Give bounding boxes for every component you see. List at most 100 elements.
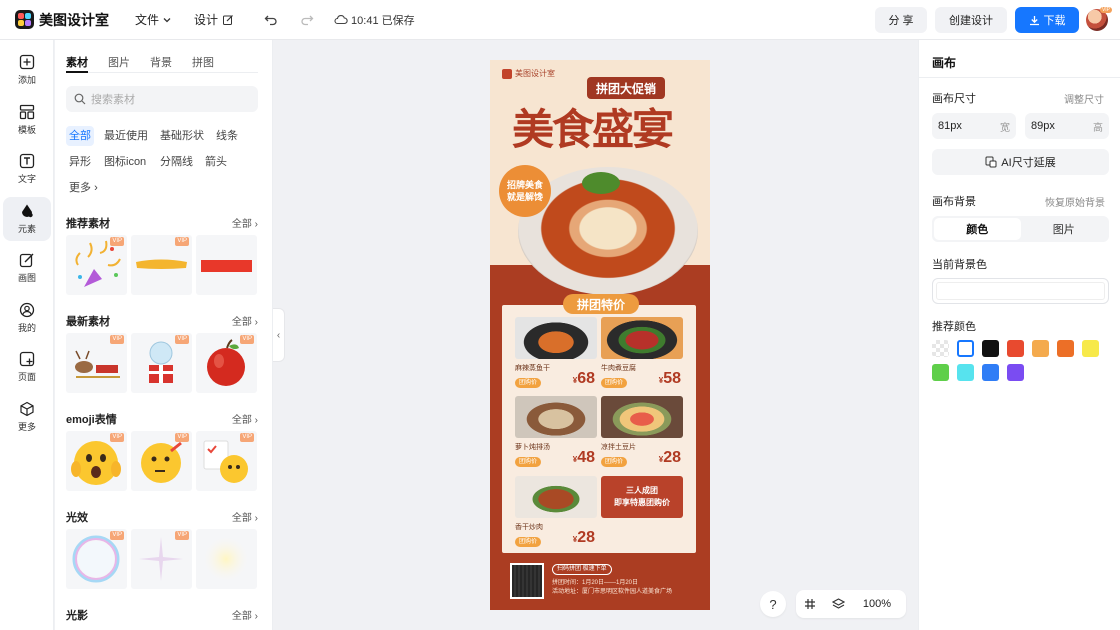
- poster-brand-text: 美图设计室: [515, 69, 555, 78]
- chip-recent[interactable]: 最近使用: [101, 126, 151, 146]
- asset-emoji-shocked[interactable]: VIP: [66, 431, 127, 491]
- rail-item-page[interactable]: 页面: [3, 345, 51, 389]
- asset-rainbow-bubble[interactable]: VIP: [66, 529, 127, 589]
- current-bg-label: 当前背景色: [932, 259, 987, 271]
- asset-brush-stroke[interactable]: VIP: [131, 235, 192, 295]
- create-design-button[interactable]: 创建设计: [935, 7, 1007, 33]
- rail-label-page: 页面: [17, 372, 36, 382]
- color-swatch[interactable]: [957, 364, 974, 381]
- share-button[interactable]: 分 享: [875, 7, 927, 33]
- tab-background[interactable]: 背景: [150, 54, 172, 70]
- design-menu[interactable]: 设计: [194, 11, 234, 28]
- poster-foot-text: 拼团时间：1月20日——1月20日 活动地址：厦门市思明区软件园人道美食广场: [552, 579, 672, 597]
- chip-basic-shapes[interactable]: 基础形状: [157, 126, 207, 146]
- reset-bg-link[interactable]: 恢复原始背景: [1045, 194, 1105, 209]
- see-all-link[interactable]: 全部 ›: [232, 509, 258, 524]
- rail-item-more[interactable]: 更多: [3, 395, 51, 439]
- vip-tag: VIP: [110, 335, 124, 344]
- bg-type-image[interactable]: 图片: [1021, 218, 1108, 240]
- asset-reindeer-sleigh[interactable]: VIP: [66, 333, 127, 393]
- height-field[interactable]: 89px 高: [1025, 113, 1109, 139]
- color-swatch[interactable]: [1057, 340, 1074, 357]
- rail-item-template[interactable]: 模板: [3, 98, 51, 142]
- chip-irregular[interactable]: 异形: [66, 152, 94, 172]
- dish-price: ¥48: [573, 449, 595, 467]
- asset-red-rectangle[interactable]: [196, 235, 257, 295]
- asset-emoji-checklist[interactable]: VIP: [196, 431, 257, 491]
- color-swatch[interactable]: [1032, 340, 1049, 357]
- chip-lines[interactable]: 线条: [213, 126, 241, 146]
- see-all-link[interactable]: 全部 ›: [232, 313, 258, 328]
- grid-icon[interactable]: [796, 598, 824, 610]
- dish-price-value: 28: [663, 449, 681, 466]
- dish-image: [601, 317, 683, 359]
- resize-link[interactable]: 调整尺寸: [1064, 91, 1104, 106]
- dish-tag: 团购价: [601, 378, 628, 388]
- asset-glow[interactable]: [196, 529, 257, 589]
- redo-icon[interactable]: [300, 14, 314, 26]
- color-swatch[interactable]: [1007, 340, 1024, 357]
- asset-red-apple[interactable]: VIP: [196, 333, 257, 393]
- see-all-link[interactable]: 全部 ›: [232, 411, 258, 426]
- draw-icon: [19, 253, 34, 268]
- dish-price: ¥58: [659, 370, 681, 388]
- section-recommended: 推荐素材 全部 › VIP VIP: [66, 215, 258, 295]
- poster-canvas[interactable]: 美图设计室 拼团大促销 美食盛宴 招牌美食 就是解馋 拼团特价 麻辣蒸鱼干 团购价…: [490, 60, 710, 610]
- color-swatch[interactable]: [982, 364, 999, 381]
- file-menu[interactable]: 文件: [135, 11, 172, 28]
- zoom-level[interactable]: 100%: [852, 598, 902, 610]
- bg-type-color[interactable]: 颜色: [934, 218, 1021, 240]
- dish-price-value: 28: [577, 529, 595, 546]
- section-title: emoji表情: [66, 414, 117, 426]
- color-swatch[interactable]: [957, 340, 974, 357]
- chip-more-label: 更多: [69, 182, 91, 194]
- undo-icon[interactable]: [264, 14, 278, 26]
- tab-collage[interactable]: 拼图: [192, 54, 214, 70]
- download-button[interactable]: 下载: [1015, 7, 1079, 33]
- width-value: 81px: [938, 120, 962, 132]
- chip-all[interactable]: 全部: [66, 126, 94, 146]
- color-swatch[interactable]: [1007, 364, 1024, 381]
- rail-item-add[interactable]: 添加: [3, 48, 51, 92]
- dish-item: 香干炒肉 团购价 ¥28: [515, 476, 597, 547]
- help-button[interactable]: ?: [760, 591, 786, 617]
- app-logo[interactable]: 美图设计室: [15, 10, 109, 30]
- poster-card-tag: 拼团特价: [563, 294, 639, 314]
- see-all-link[interactable]: 全部 ›: [232, 607, 258, 622]
- layers-icon[interactable]: [824, 598, 852, 610]
- asset-emoji-thinking[interactable]: VIP: [131, 431, 192, 491]
- vip-tag: VIP: [175, 531, 189, 540]
- avatar[interactable]: VIP: [1086, 7, 1112, 31]
- dish-tag: 团购价: [515, 378, 542, 388]
- asset-star-sparkle[interactable]: VIP: [131, 529, 192, 589]
- chip-arrows[interactable]: 箭头: [202, 152, 230, 172]
- tab-image[interactable]: 图片: [108, 54, 130, 70]
- current-bg-color-field[interactable]: [932, 278, 1109, 304]
- color-swatch[interactable]: [1082, 340, 1099, 357]
- qr-code: [510, 563, 544, 599]
- edit-icon: [223, 14, 233, 25]
- color-swatch[interactable]: [982, 340, 999, 357]
- chip-dividers[interactable]: 分隔线: [157, 152, 196, 172]
- collapse-panel-button[interactable]: ‹: [273, 308, 285, 362]
- see-all-link[interactable]: 全部 ›: [232, 215, 258, 230]
- rail-item-text[interactable]: 文字: [3, 147, 51, 191]
- cloud-icon: [334, 15, 348, 25]
- rail-item-mine[interactable]: 我的: [3, 296, 51, 340]
- width-field[interactable]: 81px 宽: [932, 113, 1016, 139]
- text-icon: [19, 153, 35, 169]
- color-swatch[interactable]: [932, 340, 949, 357]
- asset-gift-snowglobe[interactable]: VIP: [131, 333, 192, 393]
- asset-party-popper[interactable]: VIP: [66, 235, 127, 295]
- tab-material[interactable]: 素材: [66, 54, 88, 70]
- rail-item-element[interactable]: 元素: [3, 197, 51, 241]
- design-menu-label: 设计: [194, 13, 219, 27]
- search-icon: [74, 93, 86, 105]
- chip-more[interactable]: 更多 ›: [66, 178, 101, 198]
- zoom-toolbar: 100%: [796, 590, 906, 618]
- ai-resize-button[interactable]: AI尺寸延展: [932, 149, 1109, 175]
- color-swatch[interactable]: [932, 364, 949, 381]
- rail-item-draw[interactable]: 画图: [3, 246, 51, 290]
- search-input[interactable]: 搜索素材: [66, 86, 258, 112]
- chip-icons[interactable]: 图标icon: [101, 152, 149, 172]
